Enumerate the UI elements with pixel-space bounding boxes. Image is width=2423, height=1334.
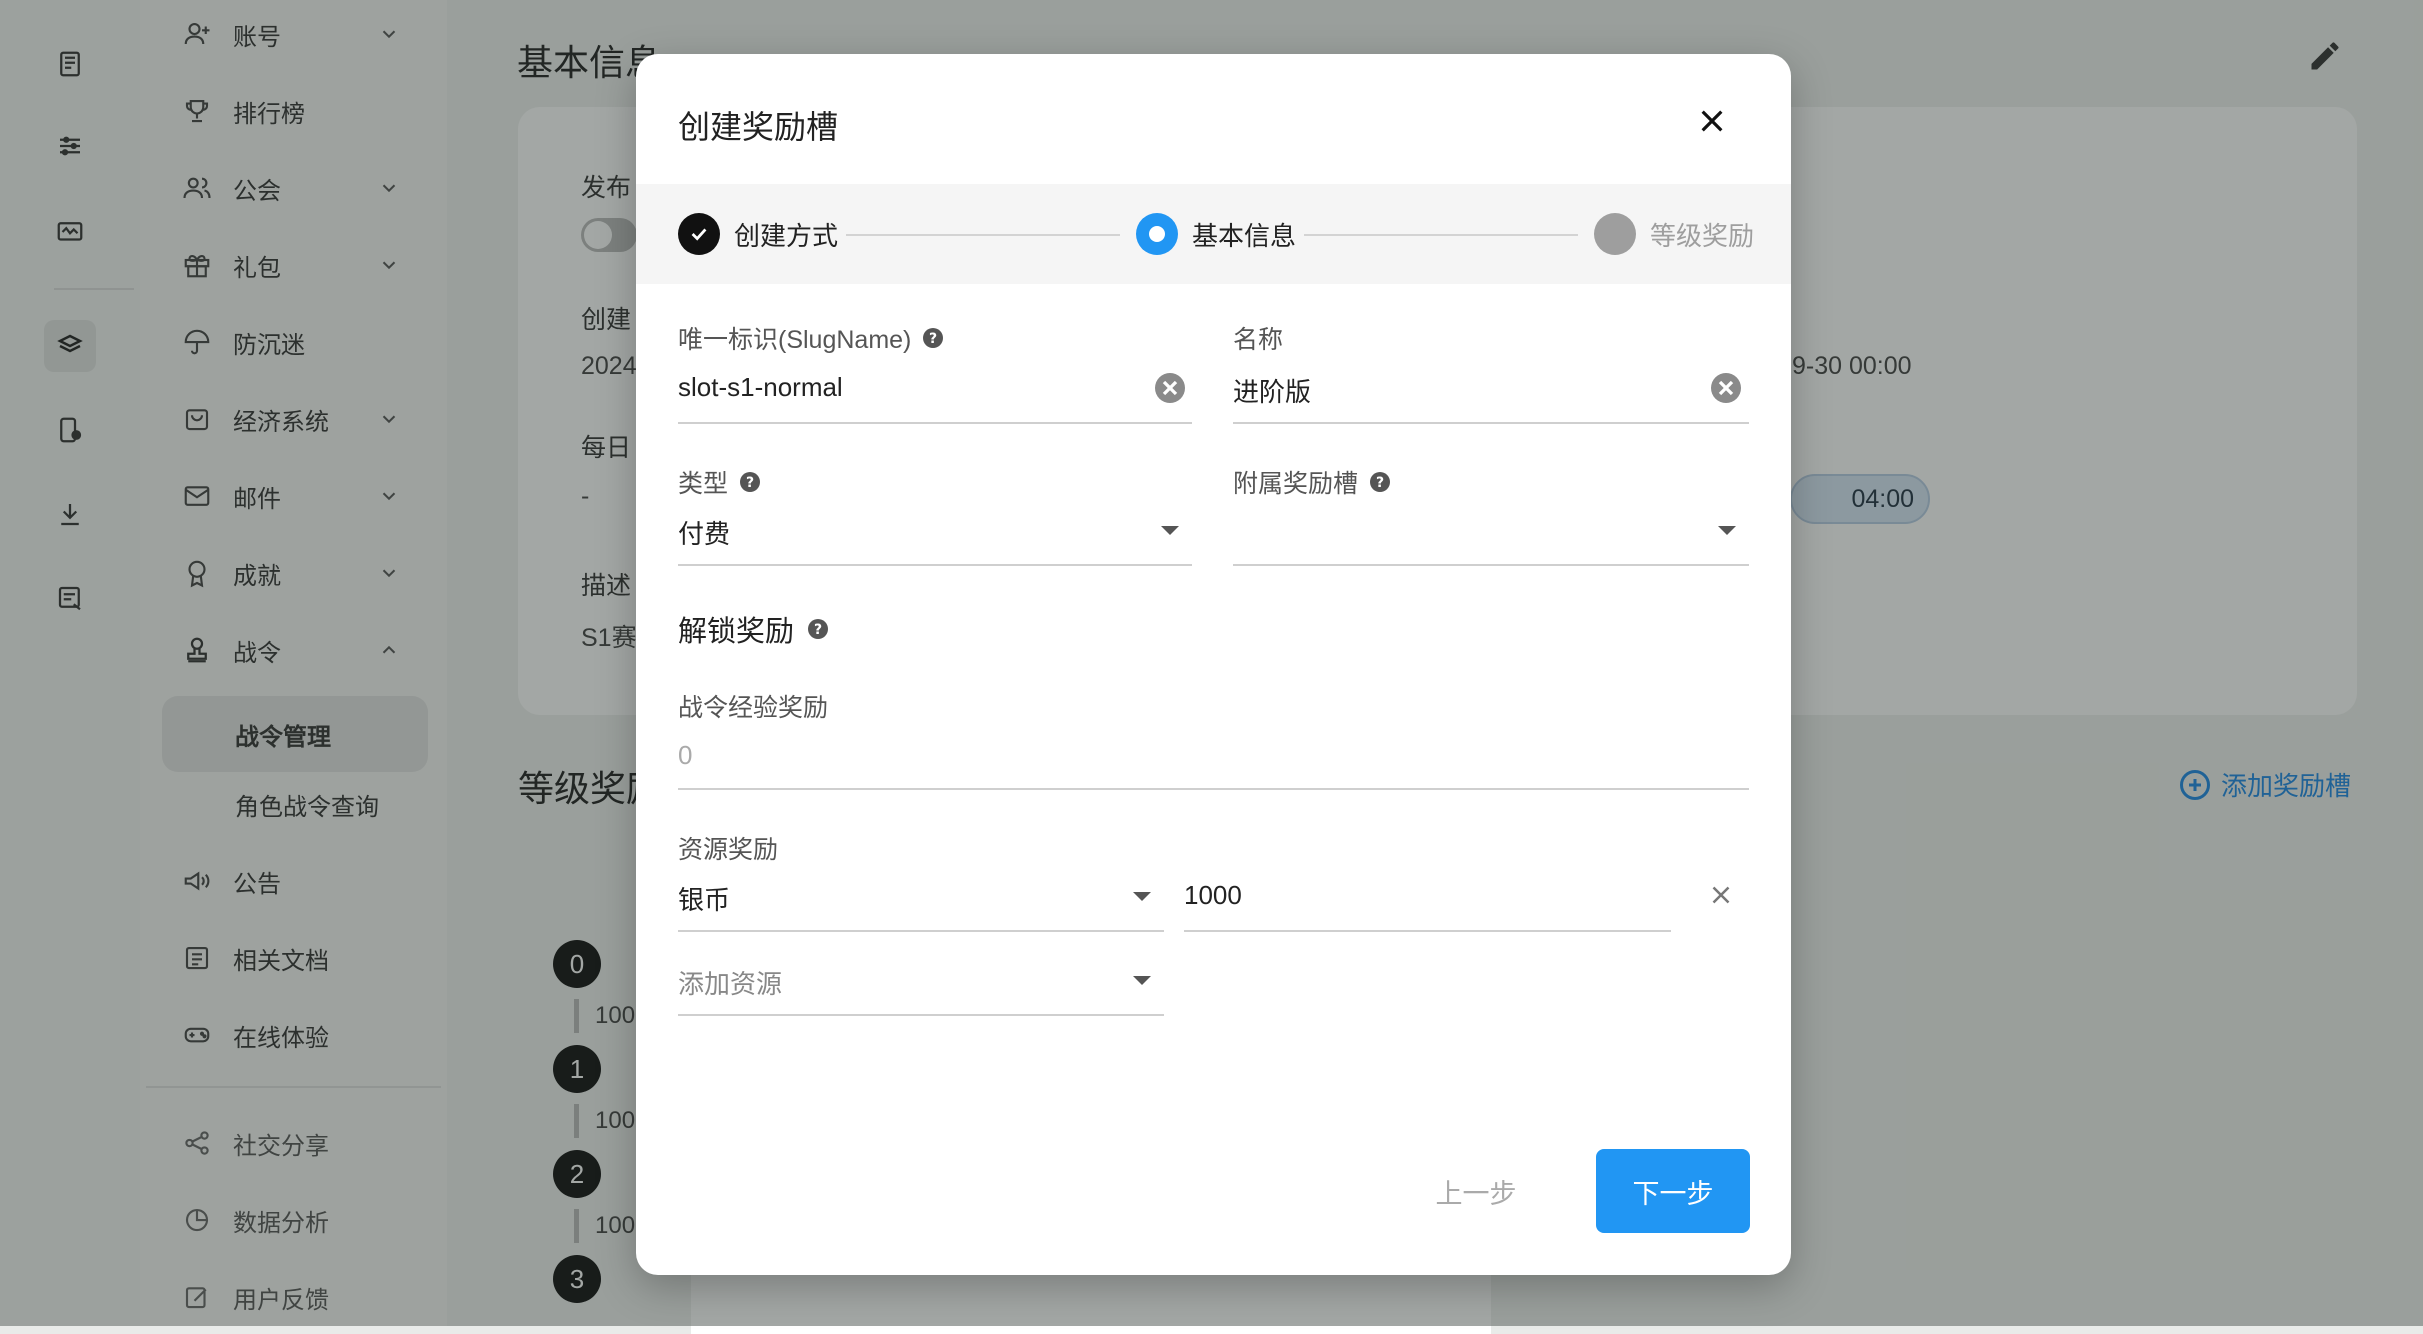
add-resource-underline (678, 1014, 1164, 1016)
name-input[interactable]: 进阶版 (1233, 372, 1311, 409)
resource-reward-label: 资源奖励 (678, 830, 778, 866)
help-icon[interactable]: ? (1368, 470, 1392, 494)
type-underline (678, 564, 1192, 566)
close-button[interactable] (1689, 98, 1735, 144)
stepper: 创建方式 基本信息 等级奖励 (636, 184, 1791, 284)
svg-text:?: ? (1376, 475, 1384, 491)
unlock-rewards-title-text: 解锁奖励 (678, 616, 795, 648)
resource-reward-label-text: 资源奖励 (678, 836, 779, 864)
step-label: 创建方式 (734, 220, 839, 251)
previous-step-button[interactable]: 上一步 (1406, 1149, 1546, 1233)
parent-slot-label-text: 附属奖励槽 (1233, 470, 1359, 498)
clear-icon[interactable] (1152, 370, 1188, 406)
step-basic-info[interactable]: 基本信息 (1136, 212, 1296, 256)
help-icon[interactable]: ? (738, 470, 762, 494)
dropdown-arrow-icon[interactable] (1133, 976, 1151, 985)
create-reward-slot-dialog: 创建奖励槽 创建方式 基本信息 等级奖励 唯一标识(SlugName) ? sl… (636, 54, 1791, 1275)
clear-icon[interactable] (1708, 370, 1744, 406)
check-icon (691, 228, 707, 241)
svg-text:?: ? (746, 475, 754, 491)
slug-label-text: 唯一标识(SlugName) (678, 326, 912, 354)
step-label: 等级奖励 (1650, 220, 1755, 251)
svg-text:?: ? (814, 622, 822, 638)
type-select[interactable]: 付费 (678, 514, 730, 551)
help-icon[interactable]: ? (806, 617, 830, 641)
step-creation-method[interactable]: 创建方式 (678, 212, 838, 256)
slug-label: 唯一标识(SlugName) ? (678, 320, 945, 356)
name-label-text: 名称 (1233, 326, 1284, 354)
name-label: 名称 (1233, 320, 1283, 356)
dialog-title: 创建奖励槽 (678, 109, 839, 145)
step-connector (846, 234, 1120, 236)
step-level-rewards[interactable]: 等级奖励 (1594, 212, 1754, 256)
resource-amount-underline (1184, 930, 1671, 932)
step-connector (1304, 234, 1578, 236)
dropdown-arrow-icon[interactable] (1133, 892, 1151, 901)
step-done-indicator (678, 213, 720, 255)
exp-reward-label: 战令经验奖励 (678, 688, 828, 724)
exp-reward-input[interactable]: 0 (678, 740, 692, 771)
step-pending-indicator (1594, 213, 1636, 255)
type-label: 类型 ? (678, 464, 762, 500)
add-resource-select[interactable]: 添加资源 (678, 964, 782, 1001)
unlock-rewards-title: 解锁奖励 ? (678, 608, 830, 650)
exp-reward-underline (678, 788, 1749, 790)
parent-slot-label: 附属奖励槽 ? (1233, 464, 1392, 500)
slug-input[interactable]: slot-s1-normal (678, 372, 843, 403)
step-current-indicator (1136, 213, 1178, 255)
svg-text:?: ? (929, 331, 937, 347)
close-icon (1701, 110, 1723, 132)
resource-type-select[interactable]: 银币 (678, 880, 730, 917)
resource-amount-input[interactable]: 1000 (1184, 880, 1242, 911)
dropdown-arrow-icon[interactable] (1161, 526, 1179, 535)
help-icon[interactable]: ? (921, 326, 945, 350)
exp-reward-label-text: 战令经验奖励 (678, 694, 829, 722)
remove-resource-icon[interactable] (1706, 880, 1736, 910)
parent-slot-underline (1233, 564, 1749, 566)
next-step-button[interactable]: 下一步 (1596, 1149, 1750, 1233)
type-label-text: 类型 (678, 470, 729, 498)
step-label: 基本信息 (1192, 220, 1297, 251)
name-underline (1233, 422, 1749, 424)
dropdown-arrow-icon[interactable] (1718, 526, 1736, 535)
slug-underline (678, 422, 1192, 424)
resource-type-underline (678, 930, 1164, 932)
